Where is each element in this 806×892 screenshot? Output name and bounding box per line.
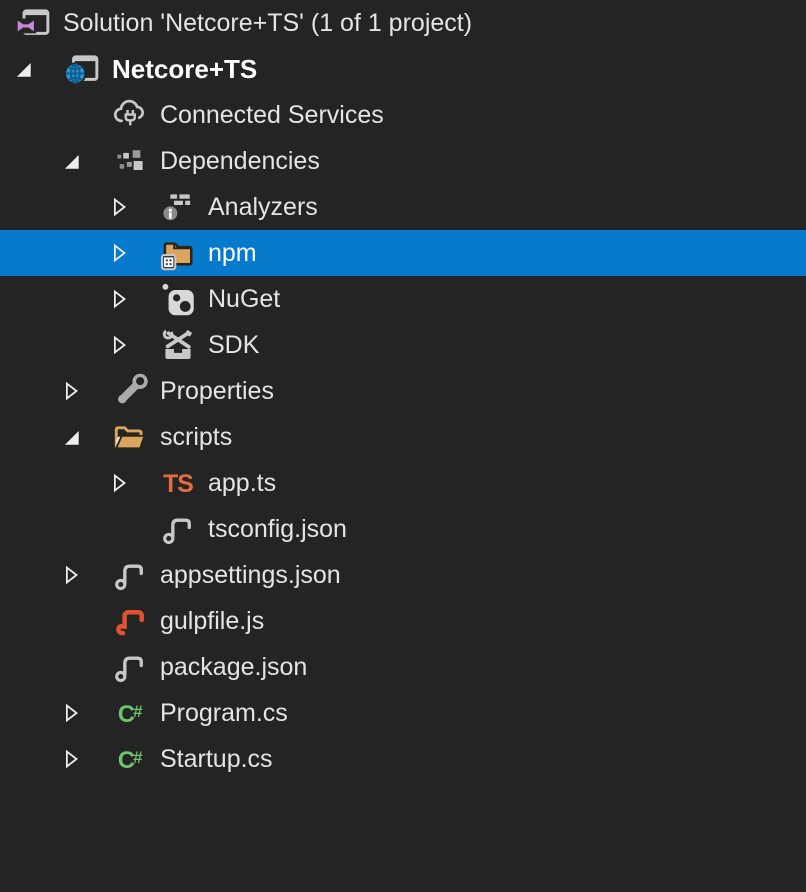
tree-item-label: Dependencies xyxy=(160,138,320,184)
indent-spacer xyxy=(0,759,60,760)
aspnet-project-icon xyxy=(63,50,101,88)
tree-item-label: tsconfig.json xyxy=(208,506,347,552)
open-folder-icon xyxy=(111,418,149,456)
indent-spacer xyxy=(0,621,60,622)
chevron-collapsed-icon[interactable] xyxy=(60,702,82,724)
tree-row-dependencies[interactable]: Dependencies xyxy=(0,138,806,184)
tree-row-analyzers[interactable]: Analyzers xyxy=(0,184,806,230)
tree-item-label: SDK xyxy=(208,322,259,368)
sdk-icon xyxy=(159,326,197,364)
tree-row-project-netcore-ts[interactable]: Netcore+TS xyxy=(0,46,806,92)
indent-spacer xyxy=(0,391,60,392)
chevron-collapsed-icon[interactable] xyxy=(108,288,130,310)
tree-item-label: scripts xyxy=(160,414,232,460)
chevron-collapsed-icon[interactable] xyxy=(60,748,82,770)
indent-spacer xyxy=(0,115,60,116)
tree-item-label: Program.cs xyxy=(160,690,288,736)
chevron-collapsed-icon[interactable] xyxy=(108,472,130,494)
tree-row-connected-services[interactable]: Connected Services xyxy=(0,92,806,138)
npm-folder-icon xyxy=(159,234,197,272)
chevron-expanded-icon[interactable] xyxy=(12,58,34,80)
svg-text:#: # xyxy=(133,702,143,721)
cloud-plug-icon xyxy=(111,96,149,134)
csharp-file-icon: C# xyxy=(111,694,149,732)
indent-spacer xyxy=(0,207,108,208)
tree-item-label: Netcore+TS xyxy=(112,46,257,92)
chevron-placeholder xyxy=(60,656,82,678)
tree-row-solution[interactable]: Solution 'Netcore+TS' (1 of 1 project) xyxy=(0,0,806,46)
svg-text:TS: TS xyxy=(163,471,193,498)
chevron-placeholder xyxy=(60,610,82,632)
indent-spacer xyxy=(0,161,60,162)
ts-file-icon: TS xyxy=(159,464,197,502)
indent-spacer xyxy=(0,575,60,576)
indent-spacer xyxy=(0,253,108,254)
tree-item-label: Solution 'Netcore+TS' (1 of 1 project) xyxy=(63,0,472,46)
tree-item-label: Startup.cs xyxy=(160,736,273,782)
analyzers-icon xyxy=(159,188,197,226)
wrench-icon xyxy=(111,372,149,410)
indent-spacer xyxy=(0,713,60,714)
tree-item-label: Analyzers xyxy=(208,184,318,230)
tree-row-sdk[interactable]: SDK xyxy=(0,322,806,368)
json-file-icon xyxy=(111,556,149,594)
tree-row-properties[interactable]: Properties xyxy=(0,368,806,414)
chevron-expanded-icon[interactable] xyxy=(60,426,82,448)
indent-spacer xyxy=(0,23,14,24)
tree-row-appsettings-json[interactable]: appsettings.json xyxy=(0,552,806,598)
tree-row-scripts[interactable]: scripts xyxy=(0,414,806,460)
indent-spacer xyxy=(0,345,108,346)
json-file-icon xyxy=(111,648,149,686)
nuget-icon xyxy=(159,280,197,318)
tree-row-startup-cs[interactable]: C# Startup.cs xyxy=(0,736,806,782)
chevron-placeholder xyxy=(108,518,130,540)
tree-row-tsconfig-json[interactable]: tsconfig.json xyxy=(0,506,806,552)
indent-spacer xyxy=(0,299,108,300)
tree-row-program-cs[interactable]: C# Program.cs xyxy=(0,690,806,736)
tree-item-label: appsettings.json xyxy=(160,552,341,598)
chevron-collapsed-icon[interactable] xyxy=(108,334,130,356)
tree-item-label: gulpfile.js xyxy=(160,598,264,644)
indent-spacer xyxy=(0,69,12,70)
tree-row-package-json[interactable]: package.json xyxy=(0,644,806,690)
csharp-file-icon: C# xyxy=(111,740,149,778)
solution-explorer-tree: Solution 'Netcore+TS' (1 of 1 project)Ne… xyxy=(0,0,806,782)
chevron-collapsed-icon[interactable] xyxy=(108,196,130,218)
js-file-icon xyxy=(111,602,149,640)
tree-row-app-ts[interactable]: TS app.ts xyxy=(0,460,806,506)
dependencies-icon xyxy=(111,142,149,180)
tree-item-label: NuGet xyxy=(208,276,280,322)
tree-item-label: package.json xyxy=(160,644,307,690)
tree-item-label: Connected Services xyxy=(160,92,384,138)
tree-item-label: Properties xyxy=(160,368,274,414)
chevron-collapsed-icon[interactable] xyxy=(108,242,130,264)
chevron-collapsed-icon[interactable] xyxy=(60,380,82,402)
solution-icon xyxy=(14,4,52,42)
chevron-expanded-icon[interactable] xyxy=(60,150,82,172)
tree-item-label: npm xyxy=(208,230,257,276)
tree-row-npm[interactable]: npm xyxy=(0,230,806,276)
chevron-collapsed-icon[interactable] xyxy=(60,564,82,586)
chevron-placeholder xyxy=(60,104,82,126)
svg-text:#: # xyxy=(133,748,143,767)
indent-spacer xyxy=(0,529,108,530)
json-file-icon xyxy=(159,510,197,548)
tree-row-nuget[interactable]: NuGet xyxy=(0,276,806,322)
tree-row-gulpfile-js[interactable]: gulpfile.js xyxy=(0,598,806,644)
indent-spacer xyxy=(0,483,108,484)
tree-item-label: app.ts xyxy=(208,460,276,506)
indent-spacer xyxy=(0,667,60,668)
indent-spacer xyxy=(0,437,60,438)
